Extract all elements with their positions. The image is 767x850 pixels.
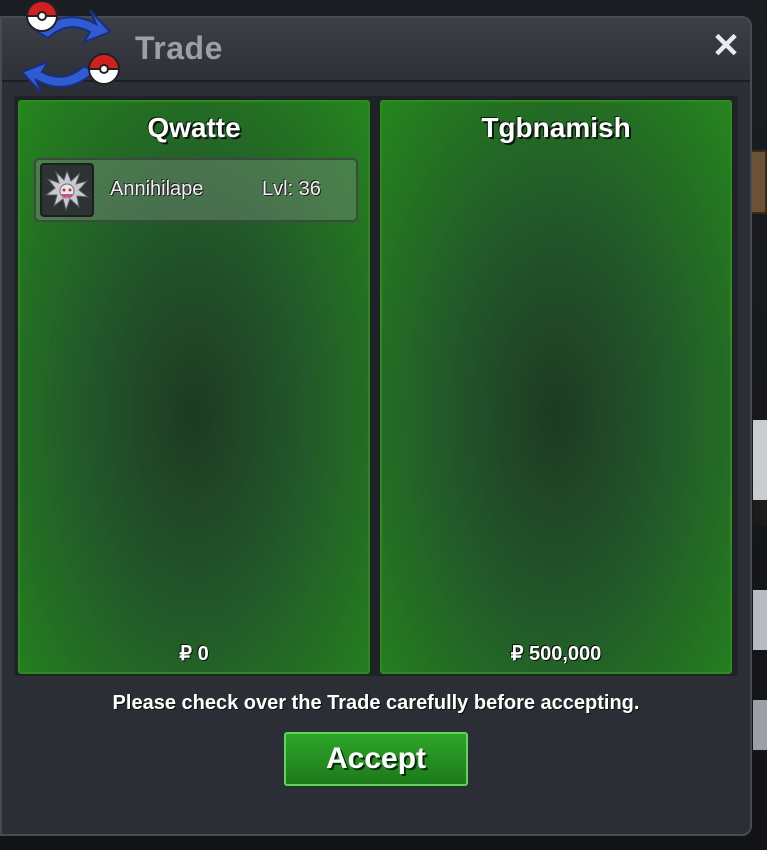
background-wall — [753, 590, 767, 650]
right-trade-panel: Tgbnamish ₽ 500,000 — [380, 100, 732, 674]
trade-swap-icon — [20, 2, 121, 95]
item-name: Annihilape — [110, 178, 204, 200]
right-player-name: Tgbnamish — [481, 112, 631, 143]
right-money-amount: ₽ 500,000 — [510, 643, 602, 665]
left-trade-panel: Qwatte Annihilape Lvl: 36 ₽ 0 — [18, 100, 370, 674]
left-player-name: Qwatte — [147, 112, 241, 143]
game-scene: Trade ✕ Qwatte Annihilape Lvl: 36 ₽ 0 Tg… — [0, 0, 767, 850]
close-icon: ✕ — [711, 27, 741, 65]
background-wall — [753, 420, 767, 500]
window-title: Trade — [135, 30, 223, 66]
trade-panels: Qwatte Annihilape Lvl: 36 ₽ 0 Tgbnamish … — [14, 96, 738, 676]
trade-notice: Please check over the Trade carefully be… — [112, 692, 640, 714]
item-level: Lvl: 36 — [262, 178, 321, 200]
trade-window: Trade ✕ Qwatte Annihilape Lvl: 36 ₽ 0 Tg… — [0, 2, 752, 836]
trade-item-row[interactable]: Annihilape Lvl: 36 — [34, 158, 358, 222]
close-button[interactable]: ✕ — [708, 27, 744, 65]
background-wall — [753, 500, 767, 525]
accept-button[interactable]: Accept — [284, 732, 468, 786]
annihilape-sprite-icon — [40, 163, 94, 217]
background-wall — [753, 700, 767, 750]
left-money-amount: ₽ 0 — [179, 643, 209, 665]
